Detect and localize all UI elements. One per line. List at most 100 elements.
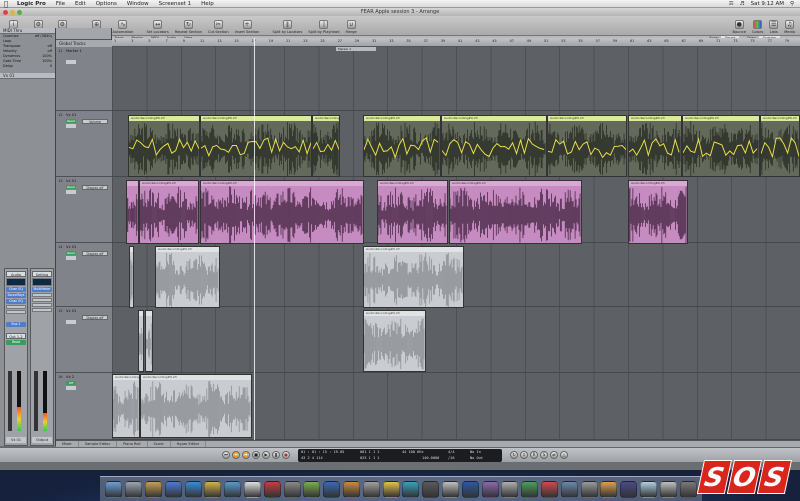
dock-app-icon[interactable] bbox=[243, 480, 261, 498]
automation-mode[interactable]: Read bbox=[6, 340, 26, 345]
audio-region[interactable]: Audio Recording#0.23 bbox=[312, 115, 340, 177]
automation-curve[interactable] bbox=[761, 121, 799, 177]
cut-section-button[interactable]: ✂ Cut Section bbox=[208, 20, 229, 34]
track-header[interactable]: 15 Vx 01 Display off bbox=[56, 307, 112, 373]
audio-region[interactable]: Audio Recording#0.23 bbox=[628, 180, 688, 244]
audio-region[interactable]: Audio Recording#0.23 bbox=[449, 180, 582, 244]
dock-app-icon[interactable] bbox=[422, 480, 440, 498]
track-header[interactable]: 16 Vx 2 Off bbox=[56, 373, 112, 440]
insert-slot-3[interactable]: Chan EQ bbox=[6, 299, 26, 304]
lists-button[interactable]: ☰ Lists bbox=[769, 20, 779, 34]
output-slot[interactable]: Out 1-2 bbox=[6, 333, 26, 339]
audio-region[interactable]: Audio Recording#0.23 bbox=[363, 115, 441, 177]
metronome-button[interactable]: △ bbox=[560, 451, 568, 459]
split-by-playhead-button[interactable]: | Split by Playhead bbox=[308, 20, 340, 34]
mute-solo-button[interactable] bbox=[66, 124, 76, 128]
menu-help[interactable]: Help bbox=[196, 1, 219, 7]
strip-setting[interactable]: Audio bbox=[6, 271, 26, 277]
audio-region[interactable]: Audio Recording#0.23 bbox=[628, 115, 682, 177]
dock-app-icon[interactable] bbox=[560, 480, 578, 498]
mute-solo-button[interactable] bbox=[66, 386, 76, 390]
send-slot[interactable]: Bus 2 bbox=[6, 322, 26, 327]
insert-slot-empty[interactable] bbox=[32, 293, 52, 297]
automation-mode-button[interactable]: Read bbox=[66, 185, 76, 189]
automation-curve[interactable] bbox=[364, 121, 440, 177]
play-button[interactable]: ▶ bbox=[262, 451, 270, 459]
global-tracks-toggle[interactable]: Global Tracks bbox=[56, 40, 112, 47]
dock-app-icon[interactable] bbox=[382, 480, 400, 498]
insert-slot-empty[interactable] bbox=[32, 303, 52, 307]
merge-button[interactable]: ∪ Merge bbox=[346, 20, 357, 34]
insert-slot-empty[interactable] bbox=[6, 310, 26, 314]
track-name[interactable]: Vx 2 bbox=[66, 375, 74, 379]
pause-button[interactable]: ❚ bbox=[272, 451, 280, 459]
cycle-button[interactable]: ↻ bbox=[510, 451, 518, 459]
dock-app-icon[interactable] bbox=[402, 480, 420, 498]
audio-region[interactable]: Audio Recording#0.23 bbox=[441, 115, 547, 177]
automation-curve[interactable] bbox=[548, 121, 626, 177]
rewind-button[interactable]: ⏪ bbox=[232, 451, 240, 459]
dock-app-icon[interactable] bbox=[283, 480, 301, 498]
dock-app-icon[interactable] bbox=[481, 480, 499, 498]
dock-app-icon[interactable] bbox=[362, 480, 380, 498]
audio-region[interactable]: Audio Recording#0.23 bbox=[547, 115, 627, 177]
automation-curve[interactable] bbox=[129, 121, 199, 177]
insert-slot-1[interactable]: Chan EQ bbox=[6, 287, 26, 292]
track-name[interactable]: Vx 01 bbox=[66, 245, 76, 249]
automation-button[interactable]: ∿ Automation bbox=[113, 20, 133, 34]
volume-fader[interactable] bbox=[8, 371, 12, 431]
record-button[interactable]: ● bbox=[282, 451, 290, 459]
mute-solo-button[interactable] bbox=[66, 60, 76, 64]
menu-window[interactable]: Window bbox=[122, 1, 154, 7]
close-window-button[interactable] bbox=[3, 9, 8, 15]
audio-region[interactable]: Audio Recording#0.23 bbox=[139, 180, 199, 244]
track-header[interactable]: 12 Vx 01 Read Volume bbox=[56, 111, 112, 177]
menu-screenset[interactable]: Screenset 1 bbox=[154, 1, 197, 7]
dock-app-icon[interactable] bbox=[521, 480, 539, 498]
audio-region[interactable]: Audio Recording#0.23 bbox=[155, 246, 220, 308]
track-header[interactable]: 14 Vx 01 Read Display off bbox=[56, 243, 112, 307]
audio-region[interactable]: Audio Recording#0.23 bbox=[363, 246, 464, 308]
dock-app-icon[interactable] bbox=[600, 480, 618, 498]
param-value[interactable]: off (3840) bbox=[35, 34, 52, 39]
zoom-window-button[interactable] bbox=[17, 9, 22, 15]
autopunch-button[interactable]: ↕ bbox=[520, 451, 528, 459]
dock-app-icon[interactable] bbox=[224, 480, 242, 498]
media-button[interactable]: ♫ Media bbox=[784, 20, 795, 34]
marker-region[interactable]: Marker 1 bbox=[336, 47, 376, 51]
colors-button[interactable]: Colors bbox=[752, 20, 763, 34]
forward-button[interactable]: ⏩ bbox=[242, 451, 250, 459]
mute-solo-button[interactable] bbox=[66, 256, 76, 260]
dock-app-icon[interactable] bbox=[184, 480, 202, 498]
menu-options[interactable]: Options bbox=[91, 1, 122, 7]
dock-app-icon[interactable] bbox=[441, 480, 459, 498]
audio-region[interactable]: Audio Recording#0.23 bbox=[760, 115, 800, 177]
audio-region[interactable]: Audio Recording#0.23 bbox=[112, 374, 140, 438]
dock-app-icon[interactable] bbox=[144, 480, 162, 498]
insert-slot-1[interactable]: MultiMeter bbox=[32, 287, 52, 292]
split-by-locators-button[interactable]: ∥ Split by Locators bbox=[272, 20, 302, 34]
solo-button[interactable]: S bbox=[540, 451, 548, 459]
dock-app-icon[interactable] bbox=[501, 480, 519, 498]
audio-region[interactable]: Audio Recording#0.23 bbox=[200, 180, 364, 244]
automation-mode-button[interactable]: Read bbox=[66, 119, 76, 123]
insert-slot-empty[interactable] bbox=[32, 308, 52, 312]
sync-button[interactable]: ⇄ bbox=[550, 451, 558, 459]
menu-edit[interactable]: Edit bbox=[70, 1, 91, 7]
replace-button[interactable]: R bbox=[530, 451, 538, 459]
automation-curve[interactable] bbox=[442, 121, 546, 177]
dock-app-icon[interactable] bbox=[263, 480, 281, 498]
track-params-header[interactable]: Vx 01 bbox=[0, 73, 55, 79]
track-header[interactable]: 11 Marker 1 bbox=[56, 47, 112, 111]
automation-curve[interactable] bbox=[629, 121, 681, 177]
automation-param-select[interactable]: Display off bbox=[82, 185, 108, 190]
track-lane[interactable] bbox=[112, 47, 800, 111]
insert-slot-empty[interactable] bbox=[6, 305, 26, 309]
audio-region[interactable]: Audio Recording#0.23 bbox=[140, 374, 252, 438]
automation-curve[interactable] bbox=[313, 121, 339, 177]
audio-region[interactable] bbox=[129, 246, 134, 308]
dock-app-icon[interactable] bbox=[105, 480, 123, 498]
stop-button[interactable]: ■ bbox=[252, 451, 260, 459]
audio-region[interactable]: Audio Recording#0.23 bbox=[377, 180, 448, 244]
automation-param-select[interactable]: Display off bbox=[82, 315, 108, 320]
